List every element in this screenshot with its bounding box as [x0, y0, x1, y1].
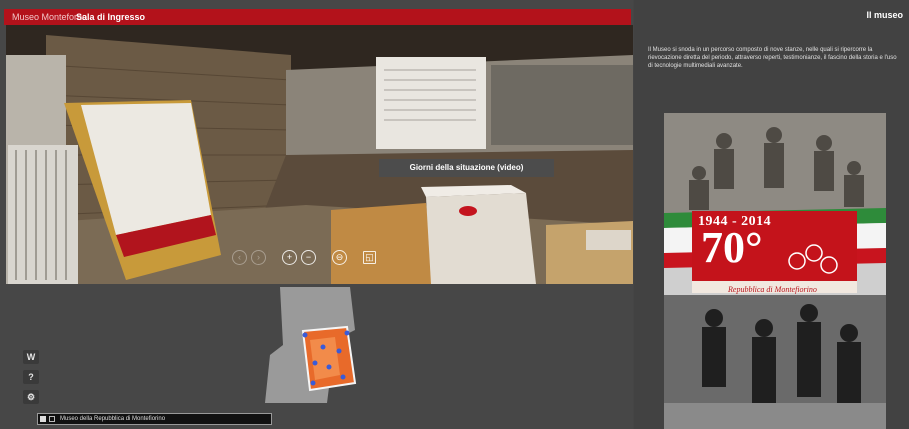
room-title-bar: Museo Monteforno Sala di Ingresso — [4, 9, 631, 25]
hotspot-caption[interactable]: Giorni della situazione (video) — [379, 159, 554, 177]
help-button[interactable]: ? — [23, 370, 39, 384]
virtual-tour-viewer: Museo Monteforno Sala di Ingresso Giorni… — [0, 0, 633, 429]
list-icon[interactable] — [49, 416, 55, 422]
panorama-view[interactable]: Giorni della situazione (video) — [6, 25, 633, 284]
menu-button[interactable]: W — [23, 350, 39, 364]
settings-button[interactable]: ⚙ — [23, 390, 39, 404]
arrow-right-icon[interactable]: › — [251, 249, 266, 265]
zoom-out-icon[interactable]: − — [301, 249, 316, 265]
poster-subtitle: Repubblica di Montefiorino — [728, 285, 817, 294]
poster-anniversary: 70° — [701, 223, 763, 272]
home-icon[interactable] — [40, 416, 46, 422]
anniversary-poster: 1944 - 2014 70° Repubblica di Montefiori… — [664, 113, 886, 429]
breadcrumb[interactable]: Museo della Repubblica di Montefiorino — [37, 413, 272, 425]
breadcrumb-label: Museo della Repubblica di Montefiorino — [60, 416, 166, 422]
gyro-icon[interactable]: ⊖ — [332, 249, 347, 265]
panorama-scene — [6, 25, 633, 284]
navigation-controls: ‹ › + − ⊖ ◱ — [232, 249, 376, 265]
arrow-left-icon[interactable]: ‹ — [232, 249, 247, 265]
zoom-in-icon[interactable]: + — [282, 249, 297, 265]
room-title: Sala di Ingresso — [76, 12, 146, 22]
side-toolbar: W ? ⚙ — [23, 350, 39, 404]
floor-plan-map[interactable] — [255, 285, 365, 405]
fullscreen-icon[interactable]: ◱ — [363, 250, 376, 264]
info-title: Il museo — [866, 10, 903, 20]
info-description: Il Museo si snoda in un percorso compost… — [648, 47, 897, 69]
poster-artwork — [664, 113, 886, 429]
